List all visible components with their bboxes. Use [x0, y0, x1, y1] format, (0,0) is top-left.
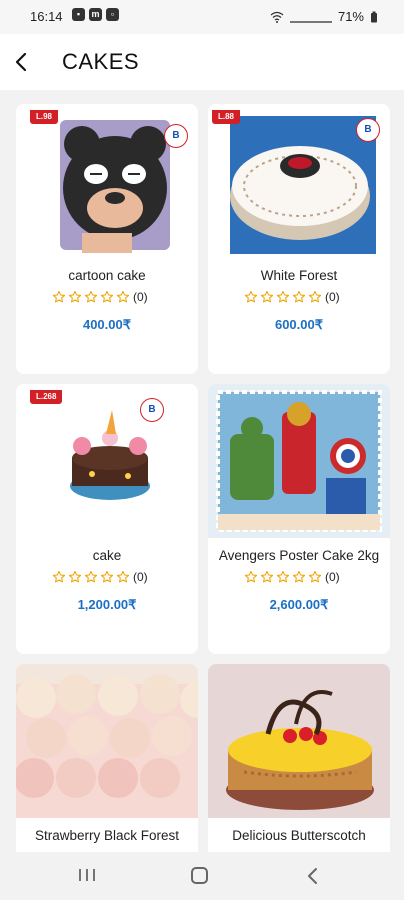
back-arrow-icon[interactable] [10, 48, 38, 76]
signal-icon [289, 11, 332, 23]
product-name: Strawberry Black Forest [34, 828, 180, 843]
product-card[interactable]: L.88 B White Forest (0) 600.00₹ [208, 104, 390, 374]
rating-stars: (0) [52, 570, 148, 584]
star-icon [276, 570, 290, 583]
product-name: cake [92, 548, 122, 563]
star-icon [308, 290, 322, 303]
product-card[interactable]: Strawberry Black Forest [16, 664, 198, 852]
product-price: 2,600.00₹ [269, 597, 329, 612]
sms-icon: ▪ [72, 8, 85, 21]
star-icon [292, 290, 306, 303]
discount-badge: L.268 [30, 390, 63, 404]
rating-count: (0) [133, 570, 148, 584]
product-card[interactable]: L.98 B cartoon cake (0) 400.00₹ [16, 104, 198, 374]
product-card[interactable]: L.268 B cake (0) 1,200.00₹ [16, 384, 198, 654]
star-icon [52, 290, 66, 303]
product-card[interactable]: Avengers Poster Cake 2kg (0) 2,600.00₹ [208, 384, 390, 654]
rating-stars: (0) [52, 290, 148, 304]
discount-badge: L.98 [30, 110, 59, 124]
star-icon [292, 570, 306, 583]
system-nav-bar [0, 852, 404, 900]
app-bar: CAKES [0, 34, 404, 90]
status-time: 16:14 [30, 9, 63, 24]
battery-icon [371, 11, 377, 22]
discount-badge: L.88 [212, 110, 241, 124]
star-icon [68, 570, 82, 583]
product-name: Delicious Butterscotch [232, 828, 366, 843]
product-image [208, 664, 390, 818]
recent-apps-icon[interactable] [78, 868, 96, 882]
brand-logo: B [356, 118, 380, 142]
star-icon [100, 570, 114, 583]
battery-text: 71% [337, 9, 364, 24]
page-title: CAKES [62, 49, 140, 74]
messenger-icon: m [89, 8, 102, 21]
gallery-icon: ▫ [106, 8, 119, 21]
product-price: 600.00₹ [274, 317, 324, 332]
product-image [208, 384, 390, 538]
star-icon [276, 290, 290, 303]
rating-count: (0) [325, 290, 340, 304]
brand-logo: B [164, 124, 188, 148]
product-image [16, 664, 198, 818]
star-icon [100, 290, 114, 303]
star-icon [116, 290, 130, 303]
star-icon [68, 290, 82, 303]
star-icon [52, 570, 66, 583]
brand-logo: B [140, 398, 164, 422]
product-name: cartoon cake [68, 268, 146, 283]
star-icon [308, 570, 322, 583]
rating-stars: (0) [244, 290, 340, 304]
product-card[interactable]: Delicious Butterscotch [208, 664, 390, 852]
notification-icons: ▪ m ▫ [72, 8, 119, 21]
star-icon [116, 570, 130, 583]
product-image [20, 388, 194, 538]
star-icon [84, 290, 98, 303]
rating-count: (0) [133, 290, 148, 304]
system-icons: 71% [270, 9, 378, 24]
status-bar: 16:14 ▪ m ▫ 71% [0, 0, 404, 34]
star-icon [84, 570, 98, 583]
product-price: 400.00₹ [82, 317, 132, 332]
product-name: White Forest [260, 268, 338, 283]
star-icon [260, 570, 274, 583]
home-icon[interactable] [191, 867, 208, 884]
rating-stars: (0) [244, 570, 340, 584]
product-name: Avengers Poster Cake 2kg [218, 548, 380, 563]
star-icon [260, 290, 274, 303]
star-icon [244, 570, 258, 583]
wifi-icon [270, 11, 284, 23]
star-icon [244, 290, 258, 303]
rating-count: (0) [325, 570, 340, 584]
product-price: 1,200.00₹ [77, 597, 137, 612]
product-grid: L.98 B cartoon cake (0) 400.00₹ L.88 B W… [0, 90, 404, 852]
nav-back-icon[interactable] [304, 866, 322, 886]
